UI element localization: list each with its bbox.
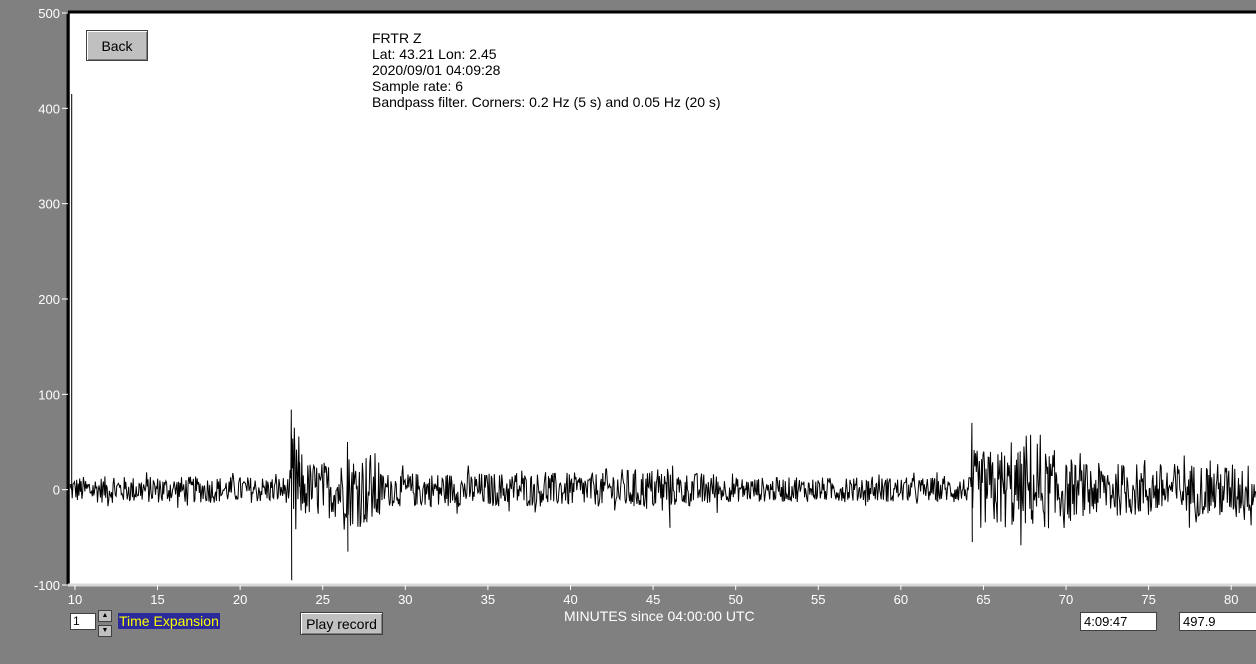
x-tick-label: 55 [811, 592, 826, 607]
y-tick-label: 300 [38, 197, 60, 212]
station-name: FRTR Z [372, 30, 422, 46]
x-tick-label: 80 [1223, 592, 1239, 607]
time-expansion-input[interactable]: 1 [70, 613, 96, 630]
x-tick-label: 20 [232, 592, 248, 607]
x-tick-label: 35 [480, 592, 496, 607]
y-tick-label: 400 [38, 101, 60, 116]
x-tick-label: 15 [150, 592, 165, 607]
x-axis-label: MINUTES since 04:00:00 UTC [564, 608, 755, 624]
sample-rate: Sample rate: 6 [372, 78, 464, 94]
y-tick-label: 500 [38, 6, 60, 21]
x-tick-label: 45 [645, 592, 661, 607]
station-location: Lat: 43.21 Lon: 2.45 [372, 46, 497, 62]
y-tick-label: 200 [38, 292, 60, 307]
cursor-value-readout: 497.9 [1179, 612, 1256, 631]
time-expansion-down-button[interactable]: ▼ [98, 625, 112, 637]
y-tick-label: 100 [38, 387, 60, 402]
x-tick-label: 50 [728, 592, 743, 607]
x-tick-label: 70 [1058, 592, 1074, 607]
x-tick-label: 65 [976, 592, 991, 607]
x-tick-label: 75 [1141, 592, 1156, 607]
x-tick-label: 10 [67, 592, 83, 607]
y-tick-label: -100 [34, 578, 60, 590]
filter-description: Bandpass filter. Corners: 0.2 Hz (5 s) a… [372, 94, 721, 110]
y-tick-label: 0 [53, 483, 60, 498]
x-tick-label: 25 [315, 592, 330, 607]
time-expansion-label: Time Expansion [118, 613, 220, 629]
x-tick-label: 40 [563, 592, 578, 607]
station-info: FRTR Z Lat: 43.21 Lon: 2.45 2020/09/01 0… [372, 30, 721, 110]
play-record-button[interactable]: Play record [300, 612, 383, 635]
x-tick-label: 30 [398, 592, 413, 607]
back-button[interactable]: Back [86, 30, 148, 61]
cursor-time-readout: 4:09:47 [1080, 612, 1157, 631]
record-datetime: 2020/09/01 04:09:28 [372, 62, 501, 78]
y-axis-ticks: -100 0 100 200 300 400 500 [34, 6, 68, 590]
x-tick-label: 60 [893, 592, 909, 607]
time-expansion-up-button[interactable]: ▲ [98, 610, 112, 622]
